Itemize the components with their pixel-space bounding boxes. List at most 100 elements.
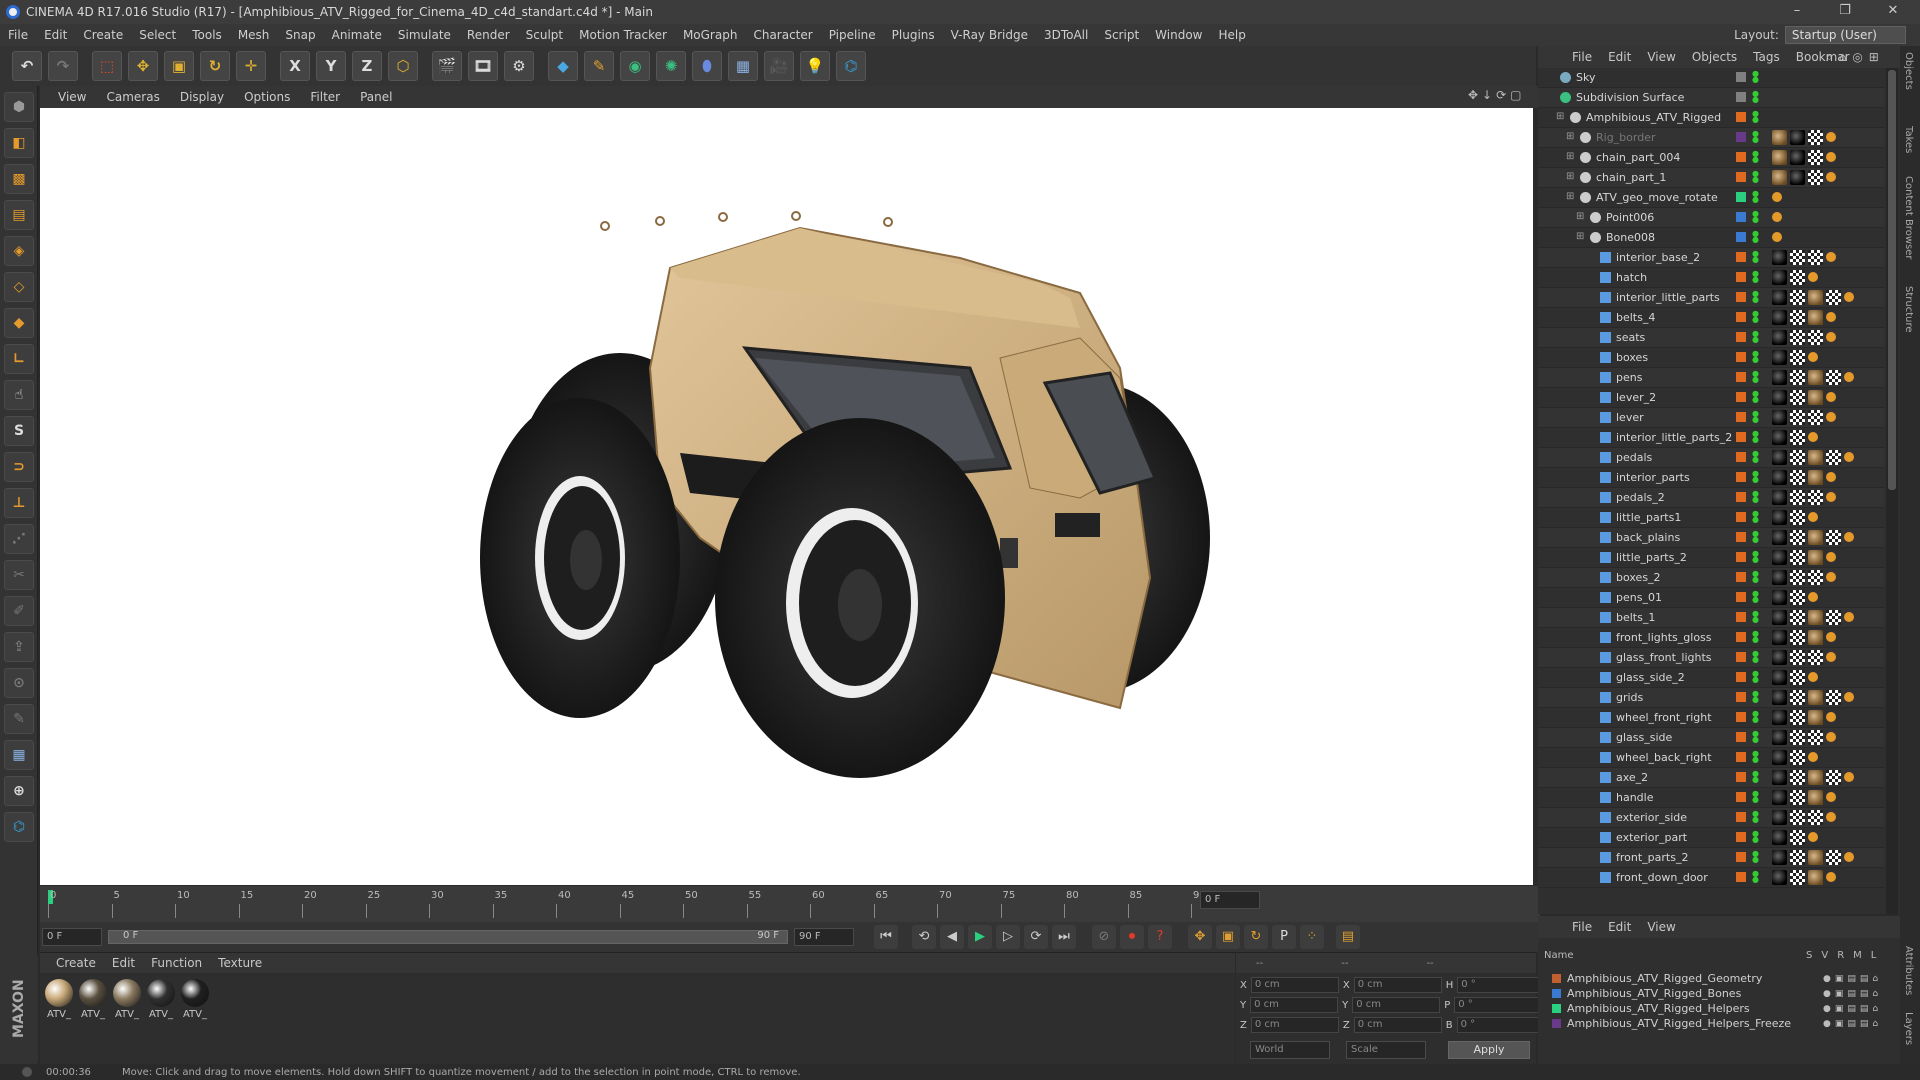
texture-tag-icon[interactable] [1808,710,1823,725]
material-item[interactable]: ATV_ [180,979,210,1020]
texture-tag-icon[interactable] [1808,250,1823,265]
texture-tag-icon[interactable] [1772,810,1787,825]
floor-icon[interactable]: ▦ [728,51,758,81]
polygons-mode-icon[interactable]: ◆ [4,308,34,338]
render-view-icon[interactable]: 🎬 [432,51,462,81]
points-mode-icon[interactable]: ◈ [4,236,34,266]
deformer-icon[interactable]: ⬮ [692,51,722,81]
object-row[interactable]: wheel_front_right ● ● [1538,708,1884,728]
texture-tag-icon[interactable] [1808,592,1818,602]
texture-tag-icon[interactable] [1808,832,1818,842]
texture-tag-icon[interactable] [1808,410,1823,425]
apply-button[interactable]: Apply [1448,1041,1530,1059]
expand-toggle-icon[interactable]: ⊞ [1566,191,1574,202]
visibility-dots-icon[interactable]: ● ● [1752,610,1759,625]
object-row[interactable]: glass_side_2 ● ● [1538,668,1884,688]
scale-tool-icon[interactable]: ▣ [164,51,194,81]
visibility-dots-icon[interactable]: ● ● [1752,370,1759,385]
texture-tag-icon[interactable] [1790,730,1805,745]
object-row[interactable]: Subdivision Surface ● ● [1538,88,1884,108]
texture-tag-icon[interactable] [1826,252,1836,262]
menu-window[interactable]: Window [1147,28,1210,42]
brush-icon[interactable]: ✐ [4,596,34,626]
camera-icon[interactable]: 🎥 [764,51,794,81]
visibility-dots-icon[interactable]: ● ● [1752,570,1759,585]
texture-tag-icon[interactable] [1808,672,1818,682]
visibility-dots-icon[interactable]: ● ● [1752,730,1759,745]
texture-tag-icon[interactable] [1808,550,1823,565]
texture-tag-icon[interactable] [1790,170,1805,185]
texture-tag-icon[interactable] [1772,870,1787,885]
axis-mode-icon[interactable]: ∟ [4,344,34,374]
texture-tag-icon[interactable] [1808,370,1823,385]
texture-tag-icon[interactable] [1772,670,1787,685]
texture-tag-icon[interactable] [1826,792,1836,802]
visibility-dots-icon[interactable]: ● ● [1752,470,1759,485]
object-row[interactable]: grids ● ● [1538,688,1884,708]
material-menu-create[interactable]: Create [48,956,104,970]
object-scrollbar-thumb[interactable] [1888,70,1896,490]
texture-tag-icon[interactable] [1826,552,1836,562]
texture-tag-icon[interactable] [1808,610,1823,625]
object-row[interactable]: belts_1 ● ● [1538,608,1884,628]
object-row[interactable]: wheel_back_right ● ● [1538,748,1884,768]
texture-tag-icon[interactable] [1772,290,1787,305]
autokeying-icon[interactable]: ⏺ [1120,925,1144,949]
texture-tag-icon[interactable] [1808,512,1818,522]
texture-tag-icon[interactable] [1772,790,1787,805]
texture-tag-icon[interactable] [1790,630,1805,645]
viewport-navigation-icons[interactable]: ✥↓⟳▢ [1468,88,1526,102]
menu-file[interactable]: File [0,28,36,42]
menu-render[interactable]: Render [459,28,518,42]
visibility-dots-icon[interactable]: ● ● [1752,130,1759,145]
layer-row[interactable]: Amphibious_ATV_Rigged_Helpers ●▣▤▤⌂ [1552,1002,1882,1015]
redo-icon[interactable]: ↷ [48,51,78,81]
texture-tag-icon[interactable] [1844,292,1854,302]
visibility-dots-icon[interactable]: ● ● [1752,630,1759,645]
texture-tag-icon[interactable] [1772,630,1787,645]
visibility-dots-icon[interactable]: ● ● [1752,790,1759,805]
side-tab-attributes[interactable]: Attributes [1903,946,1914,995]
texture-tag-icon[interactable] [1772,650,1787,665]
viewport-menu-display[interactable]: Display [170,90,234,104]
object-row[interactable]: ⊞ chain_part_004 ● ● [1538,148,1884,168]
object-row[interactable]: boxes ● ● [1538,348,1884,368]
texture-tag-icon[interactable] [1808,330,1823,345]
object-row[interactable]: ⊞ ATV_geo_move_rotate ● ● [1538,188,1884,208]
edges-mode-icon[interactable]: ◇ [4,272,34,302]
texture-tag-icon[interactable] [1808,290,1823,305]
play-forward-icon[interactable]: ▶ [968,925,992,949]
object-row[interactable]: ⊞ Point006 ● ● [1538,208,1884,228]
texture-tag-icon[interactable] [1772,150,1787,165]
menu-edit[interactable]: Edit [36,28,75,42]
object-row[interactable]: front_lights_gloss ● ● [1538,628,1884,648]
texture-tag-icon[interactable] [1790,470,1805,485]
visibility-dots-icon[interactable]: ● ● [1752,310,1759,325]
menu-character[interactable]: Character [745,28,820,42]
object-row[interactable]: pedals_2 ● ● [1538,488,1884,508]
texture-tag-icon[interactable] [1808,850,1823,865]
menu-pipeline[interactable]: Pipeline [821,28,884,42]
maximize-button[interactable]: ❐ [1822,0,1868,24]
menu-mesh[interactable]: Mesh [230,28,278,42]
visibility-dots-icon[interactable]: ● ● [1752,170,1759,185]
expand-toggle-icon[interactable]: ⊞ [1566,171,1574,182]
texture-tag-icon[interactable] [1844,852,1854,862]
texture-tag-icon[interactable] [1772,610,1787,625]
coords-value-field[interactable]: 0 ° [1454,997,1543,1013]
texture-tag-icon[interactable] [1790,870,1805,885]
y-axis-lock-icon[interactable]: Y [316,51,346,81]
coords-value-field[interactable]: 0 ° [1457,977,1546,993]
side-tab-structure[interactable]: Structure [1903,286,1914,333]
texture-tag-icon[interactable] [1790,770,1805,785]
texture-tag-icon[interactable] [1826,690,1841,705]
layer-toggle-icons[interactable]: ●▣▤▤⌂ [1823,989,1882,999]
layer-color-swatch[interactable] [1552,974,1561,983]
visibility-dots-icon[interactable]: ● ● [1752,70,1759,85]
object-row[interactable]: glass_side ● ● [1538,728,1884,748]
menu-sculpt[interactable]: Sculpt [518,28,571,42]
texture-tag-icon[interactable] [1826,812,1836,822]
texture-tag-icon[interactable] [1772,490,1787,505]
visibility-dots-icon[interactable]: ● ● [1752,550,1759,565]
extrude-icon[interactable]: ⇪ [4,632,34,662]
